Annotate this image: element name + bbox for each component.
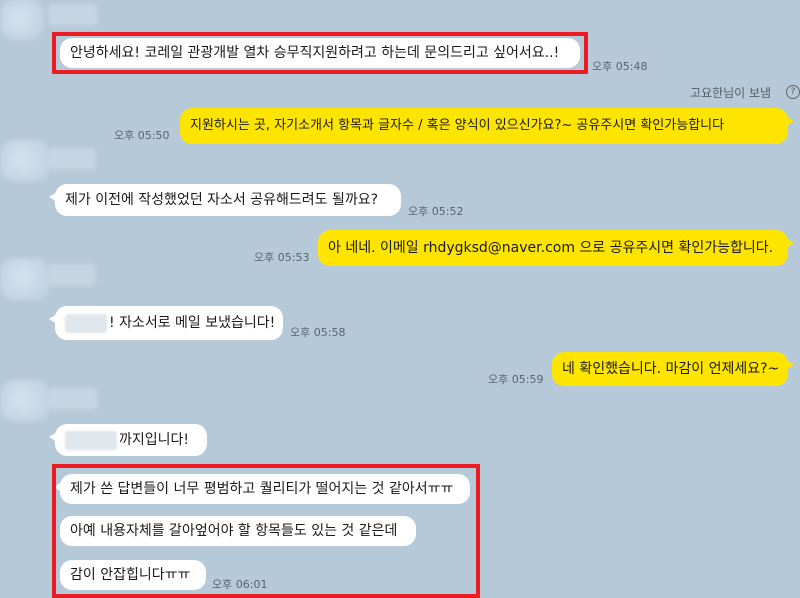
message-bubble[interactable]: 네 확인했습니다. 마감이 언제세요?~ (552, 352, 794, 386)
message-text: ! 자소서로 메일 보냈습니다! (109, 315, 276, 331)
highlight-box (52, 464, 480, 598)
message-bubble[interactable]: 제가 이전에 작성했었던 자소서 공유해드려도 될까요? (49, 184, 401, 216)
help-icon[interactable]: ? (786, 85, 800, 99)
avatar[interactable] (0, 140, 50, 182)
highlight-box (52, 32, 588, 74)
message-bubble[interactable]: 지원하시는 곳, 자기소개서 항목과 글자수 / 혹은 양식이 있으신가요?~ … (180, 108, 794, 144)
message-time: 오후 05:59 (488, 373, 544, 386)
message-time: 오후 05:50 (114, 129, 170, 142)
avatar[interactable] (0, 0, 44, 40)
message-time: 오후 05:58 (290, 326, 346, 339)
message-bubble[interactable]: ! 자소서로 메일 보냈습니다! (49, 306, 283, 340)
message-text: 제가 이전에 작성했었던 자소서 공유해드려도 될까요? (65, 192, 379, 208)
message-bubble[interactable]: 까지입니다! (49, 424, 207, 456)
sender-name-redacted (48, 4, 98, 26)
message-time: 오후 05:52 (408, 205, 464, 218)
message-text: 네 확인했습니다. 마감이 언제세요?~ (562, 361, 780, 377)
message-text: 지원하시는 곳, 자기소개서 항목과 글자수 / 혹은 양식이 있으신가요?~ … (190, 118, 725, 133)
sender-name-redacted (48, 148, 96, 170)
avatar[interactable] (0, 380, 50, 422)
redacted-text (65, 313, 107, 333)
message-bubble[interactable]: 아 네네. 이메일 rhdygksd@naver.com 으로 공유주시면 확인… (318, 230, 794, 266)
sender-note: 고요한님이 보냄 (690, 86, 772, 100)
message-time: 오후 05:53 (254, 251, 310, 264)
avatar[interactable] (0, 258, 50, 300)
sender-name-redacted (48, 264, 96, 286)
message-time: 오후 05:48 (592, 60, 648, 73)
sender-name-redacted (48, 388, 98, 410)
redacted-text (65, 430, 117, 450)
message-text: 까지입니다! (119, 432, 190, 448)
message-text: 아 네네. 이메일 rhdygksd@naver.com 으로 공유주시면 확인… (328, 240, 774, 256)
